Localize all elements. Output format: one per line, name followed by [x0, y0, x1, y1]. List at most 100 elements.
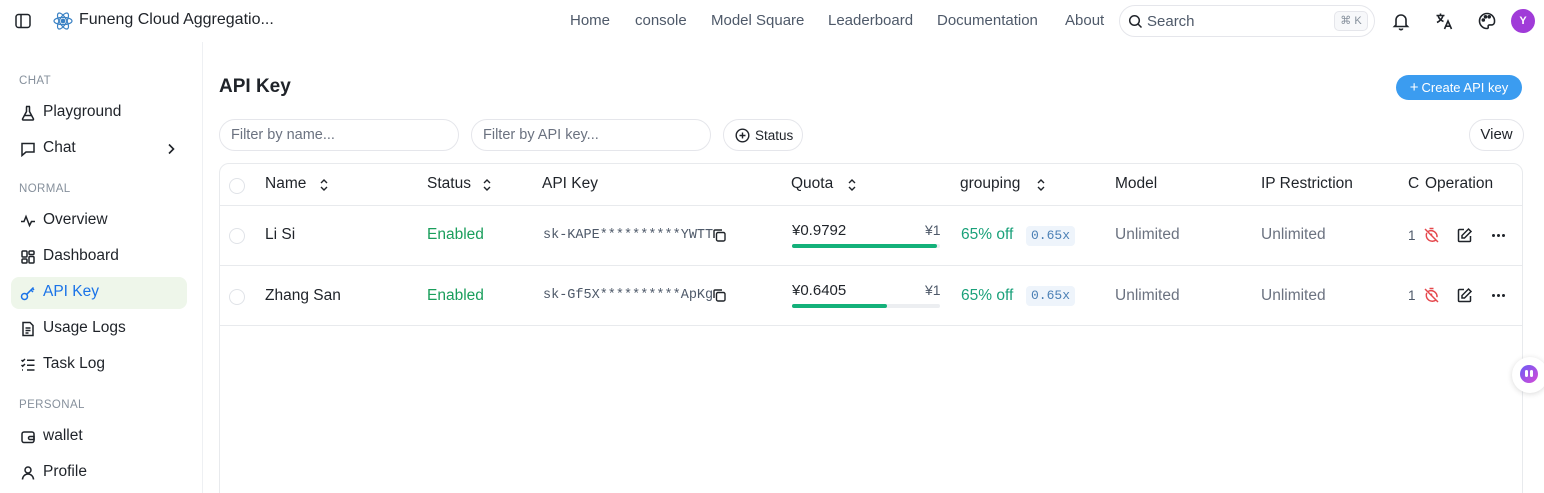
edit-icon[interactable] [1456, 287, 1473, 304]
nav-model-square[interactable]: Model Square [711, 12, 804, 29]
palette-icon[interactable] [1477, 11, 1497, 31]
quota-progress-fill [792, 244, 938, 248]
quota-progress-fill [792, 304, 887, 308]
ip-restriction-value: Unlimited [1261, 287, 1326, 304]
more-options-icon[interactable] [1490, 287, 1507, 304]
status-badge: Enabled [427, 226, 484, 243]
quota-total: ¥1 [925, 282, 941, 298]
disable-timer-icon[interactable] [1423, 227, 1440, 244]
column-header-status: Status [427, 175, 471, 192]
copy-icon[interactable] [712, 288, 727, 303]
sort-icon[interactable] [1035, 178, 1047, 192]
sidebar-item-label: wallet [43, 427, 83, 444]
c-column-value: 1 [1408, 288, 1416, 303]
column-header-quota: Quota [791, 175, 834, 192]
api-key-value: sk-KAPE**********YWTT [543, 228, 714, 243]
translate-icon[interactable] [1434, 11, 1454, 31]
row-checkbox[interactable] [229, 289, 245, 305]
plus-circle-icon [735, 128, 750, 143]
column-header-ip-restriction: IP Restriction [1261, 175, 1353, 192]
assistant-bot-icon [1520, 365, 1538, 383]
sidebar-section-personal: PERSONAL [19, 399, 85, 411]
group-ratio-badge: 0.65x [1026, 226, 1076, 246]
sidebar-toggle-icon[interactable] [14, 12, 32, 30]
column-header-model: Model [1115, 175, 1158, 192]
sidebar-item-label: Overview [43, 211, 108, 228]
bell-icon[interactable] [1391, 11, 1411, 31]
sidebar-item-api-key[interactable]: API Key [11, 277, 187, 309]
ip-restriction-value: Unlimited [1261, 226, 1326, 243]
sidebar-section-normal: NORMAL [19, 183, 71, 195]
wallet-icon [20, 429, 36, 445]
group-discount: 65% off [961, 226, 1014, 243]
sidebar-item-playground[interactable]: Playground [11, 97, 187, 129]
avatar[interactable]: Y [1511, 9, 1535, 33]
column-header-operation: Operation [1425, 175, 1494, 192]
page-title: API Key [219, 76, 291, 97]
quota-used: ¥0.6405 [792, 282, 847, 299]
disable-timer-icon[interactable] [1423, 287, 1440, 304]
quota-progress-bar [792, 304, 940, 308]
search-icon [1128, 14, 1143, 29]
column-header-c: C [1408, 175, 1420, 192]
create-api-key-label: Create API key [1421, 80, 1509, 95]
sidebar-item-usage-logs[interactable]: Usage Logs [11, 313, 187, 345]
table-row[interactable]: Zhang San Enabled sk-Gf5X**********ApKg … [220, 266, 1522, 326]
api-key-table: Name Status API Key Quota grouping Model… [219, 163, 1523, 493]
sidebar-item-profile[interactable]: Profile [11, 457, 187, 489]
sidebar-section-chat: CHAT [19, 75, 52, 87]
status-filter-button[interactable]: Status [723, 119, 803, 151]
sidebar-item-overview[interactable]: Overview [11, 205, 187, 237]
nav-leaderboard[interactable]: Leaderboard [828, 12, 913, 29]
sidebar-item-chat[interactable]: Chat [11, 133, 187, 165]
nav-about[interactable]: About [1065, 12, 1104, 29]
app-title[interactable]: Funeng Cloud Aggregatio... [79, 11, 274, 29]
grid-icon [20, 249, 36, 265]
app-logo-icon[interactable] [52, 10, 74, 32]
sidebar-item-label: Profile [43, 463, 87, 480]
sidebar-item-dashboard[interactable]: Dashboard [11, 241, 187, 273]
more-options-icon[interactable] [1490, 227, 1507, 244]
search-box[interactable]: Search ⌘ K [1119, 5, 1375, 37]
activity-icon [20, 213, 36, 229]
table-row[interactable]: Li Si Enabled sk-KAPE**********YWTT ¥0.9… [220, 206, 1522, 266]
sidebar-item-label: Chat [43, 139, 76, 156]
group-ratio-badge: 0.65x [1026, 286, 1076, 306]
column-header-api-key: API Key [542, 175, 598, 192]
sidebar: CHAT Playground Chat NORMAL Overview Das… [0, 42, 203, 493]
model-limit: Unlimited [1115, 226, 1180, 243]
status-badge: Enabled [427, 287, 484, 304]
assistant-float-button[interactable] [1512, 357, 1544, 393]
sort-icon[interactable] [318, 178, 330, 192]
model-limit: Unlimited [1115, 287, 1180, 304]
nav-documentation[interactable]: Documentation [937, 12, 1038, 29]
create-api-key-button[interactable]: + Create API key [1396, 75, 1522, 100]
api-key-value: sk-Gf5X**********ApKg [543, 288, 714, 303]
search-shortcut: ⌘ K [1334, 11, 1368, 31]
sidebar-item-label: Dashboard [43, 247, 119, 264]
column-header-name: Name [265, 175, 307, 192]
sidebar-item-label: Playground [43, 103, 122, 120]
nav-console[interactable]: console [635, 12, 687, 29]
sort-icon[interactable] [481, 178, 493, 192]
view-button[interactable]: View [1469, 119, 1524, 151]
copy-icon[interactable] [712, 228, 727, 243]
filter-name-input[interactable] [219, 119, 459, 151]
row-name: Li Si [265, 226, 296, 243]
sidebar-item-task-log[interactable]: Task Log [11, 349, 187, 381]
sidebar-item-wallet[interactable]: wallet [11, 421, 187, 453]
chevron-right-icon[interactable] [164, 142, 178, 156]
nav-home[interactable]: Home [570, 12, 610, 29]
sort-icon[interactable] [846, 178, 858, 192]
search-placeholder: Search [1147, 13, 1195, 30]
quota-used: ¥0.9792 [792, 222, 847, 239]
edit-icon[interactable] [1456, 227, 1473, 244]
row-checkbox[interactable] [229, 228, 245, 244]
top-bar: Funeng Cloud Aggregatio... Home console … [0, 0, 1544, 42]
column-header-grouping: grouping [960, 175, 1021, 192]
c-column-value: 1 [1408, 228, 1416, 243]
filter-api-key-input[interactable] [471, 119, 711, 151]
plus-icon: + [1409, 79, 1419, 96]
select-all-checkbox[interactable] [229, 178, 245, 194]
document-icon [20, 321, 36, 337]
